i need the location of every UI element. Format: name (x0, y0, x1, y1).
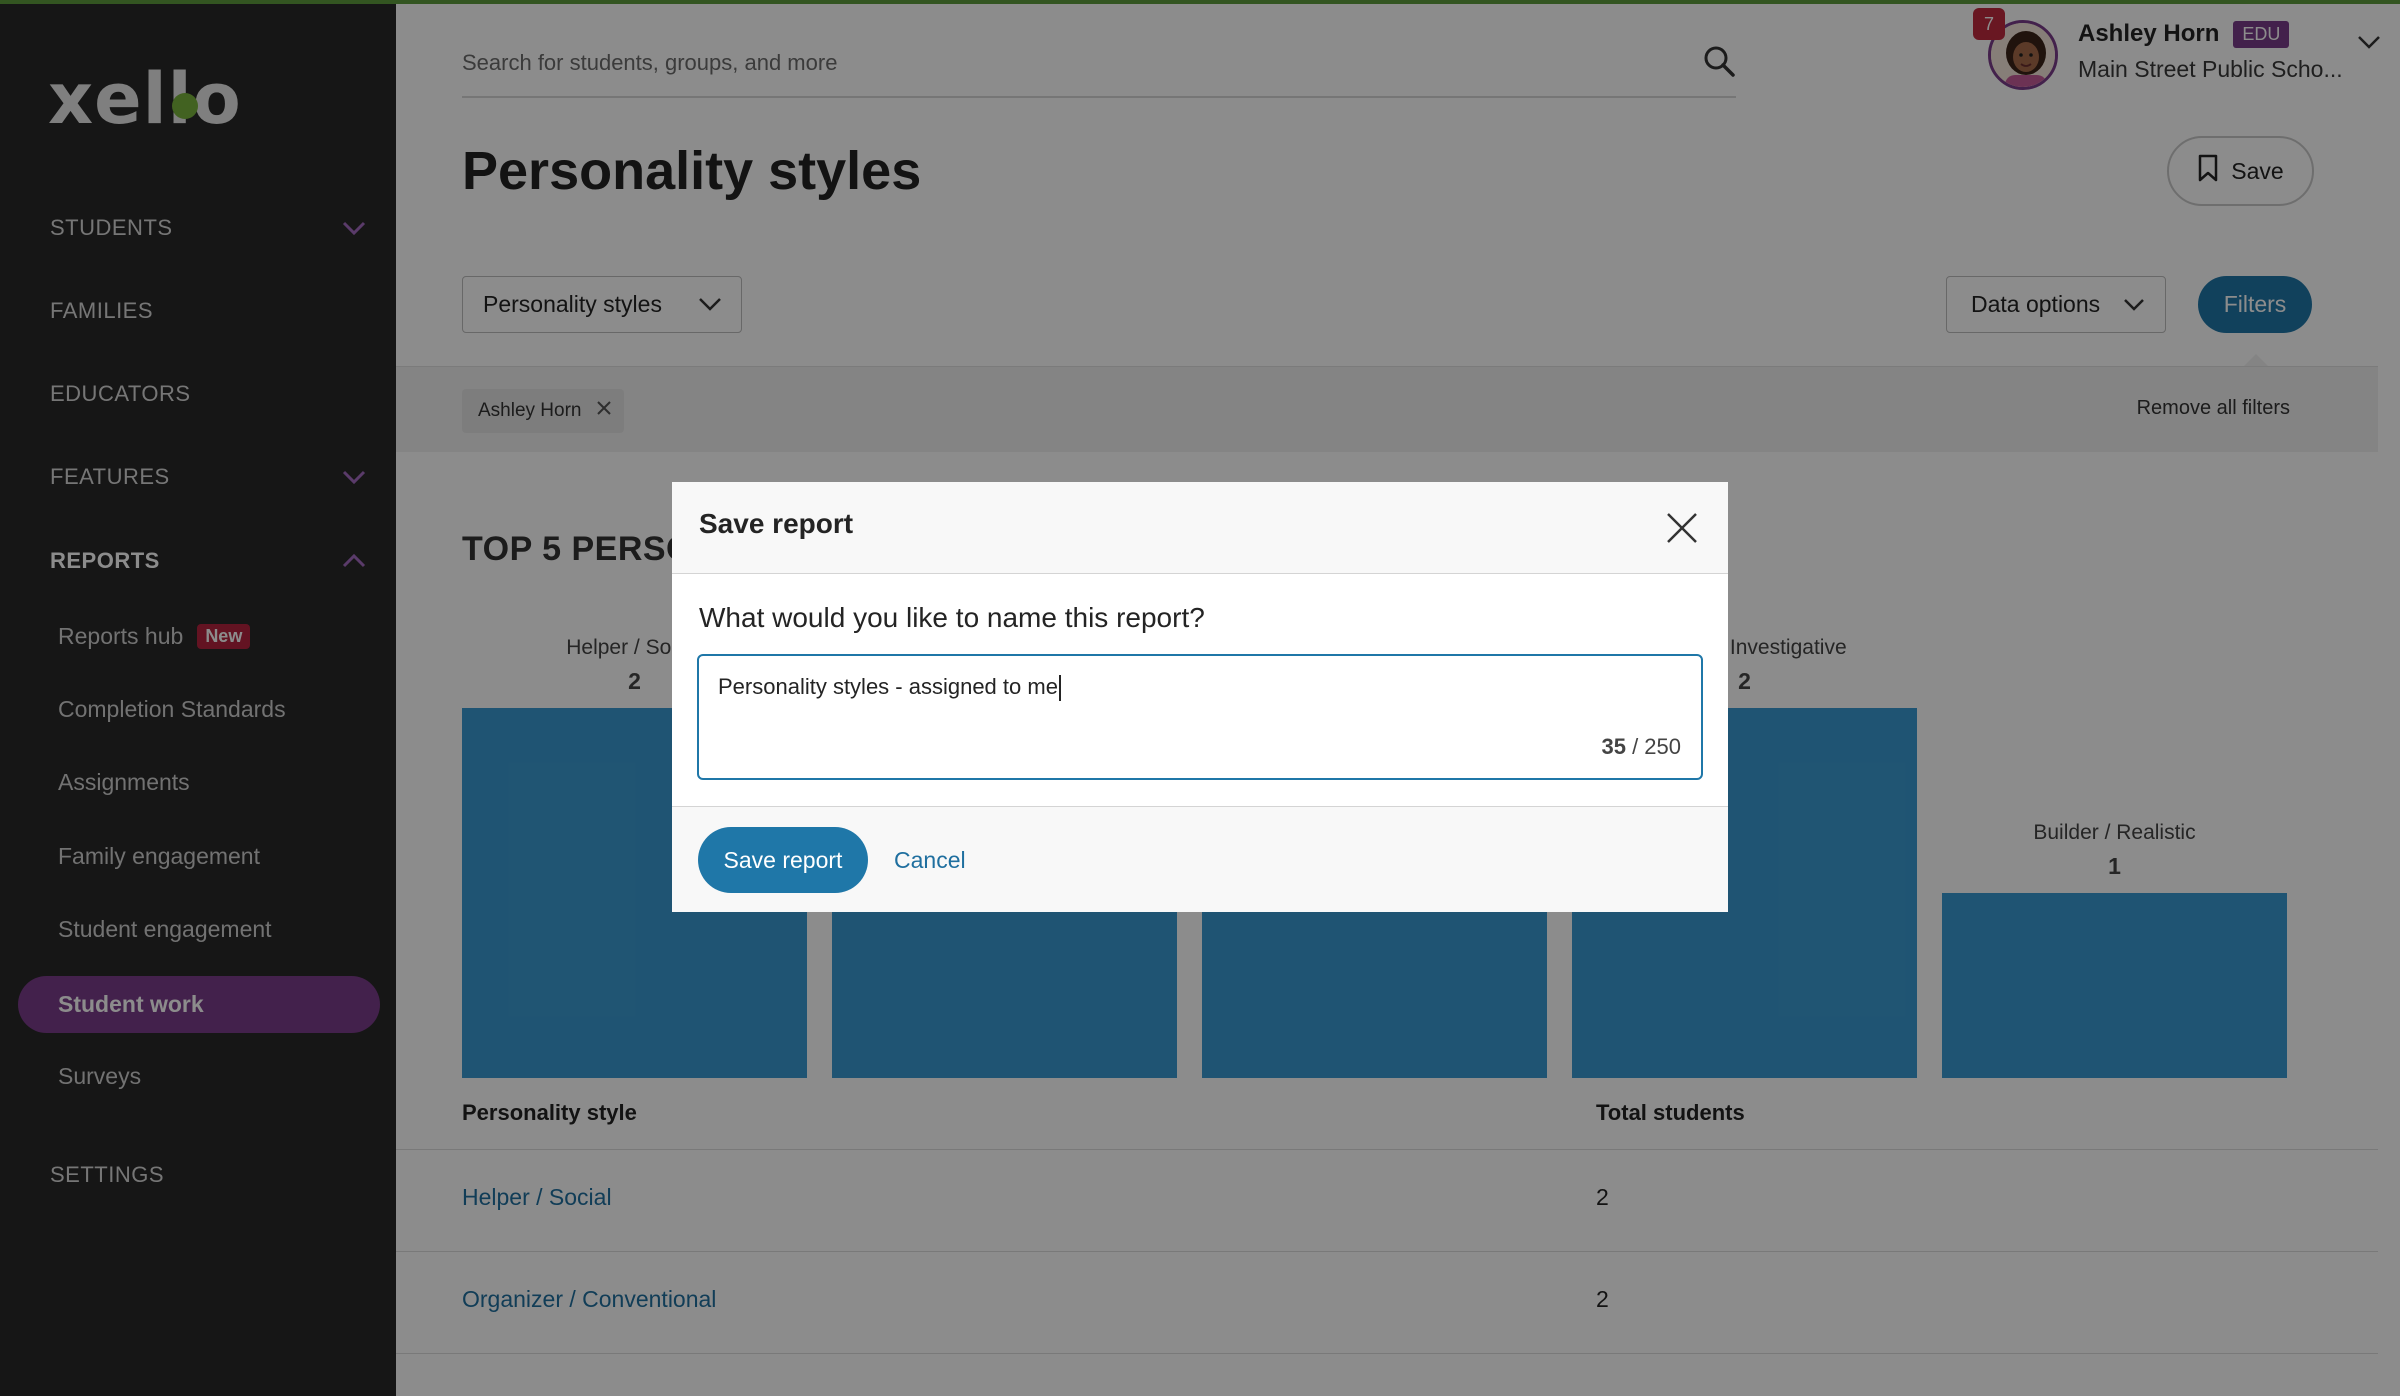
dialog-title: Save report (699, 508, 854, 539)
save-report-button[interactable]: Save report (698, 827, 868, 893)
character-counter: 35 / 250 (1601, 734, 1681, 760)
save-report-dialog: Save report What would you like to name … (672, 482, 1728, 912)
dialog-footer: Save report Cancel (672, 806, 1728, 912)
report-name-text: Personality styles - assigned to me (718, 674, 1058, 699)
close-icon[interactable] (1664, 510, 1700, 546)
report-name-value: Personality styles - assigned to me (718, 674, 1061, 702)
dialog-header: Save report (672, 482, 1728, 574)
dialog-question: What would you like to name this report? (699, 602, 1205, 633)
text-caret (1058, 675, 1061, 702)
character-max: / 250 (1632, 734, 1681, 759)
character-count: 35 (1601, 734, 1626, 759)
cancel-button[interactable]: Cancel (894, 847, 966, 874)
report-name-input[interactable]: Personality styles - assigned to me 35 /… (697, 654, 1703, 780)
